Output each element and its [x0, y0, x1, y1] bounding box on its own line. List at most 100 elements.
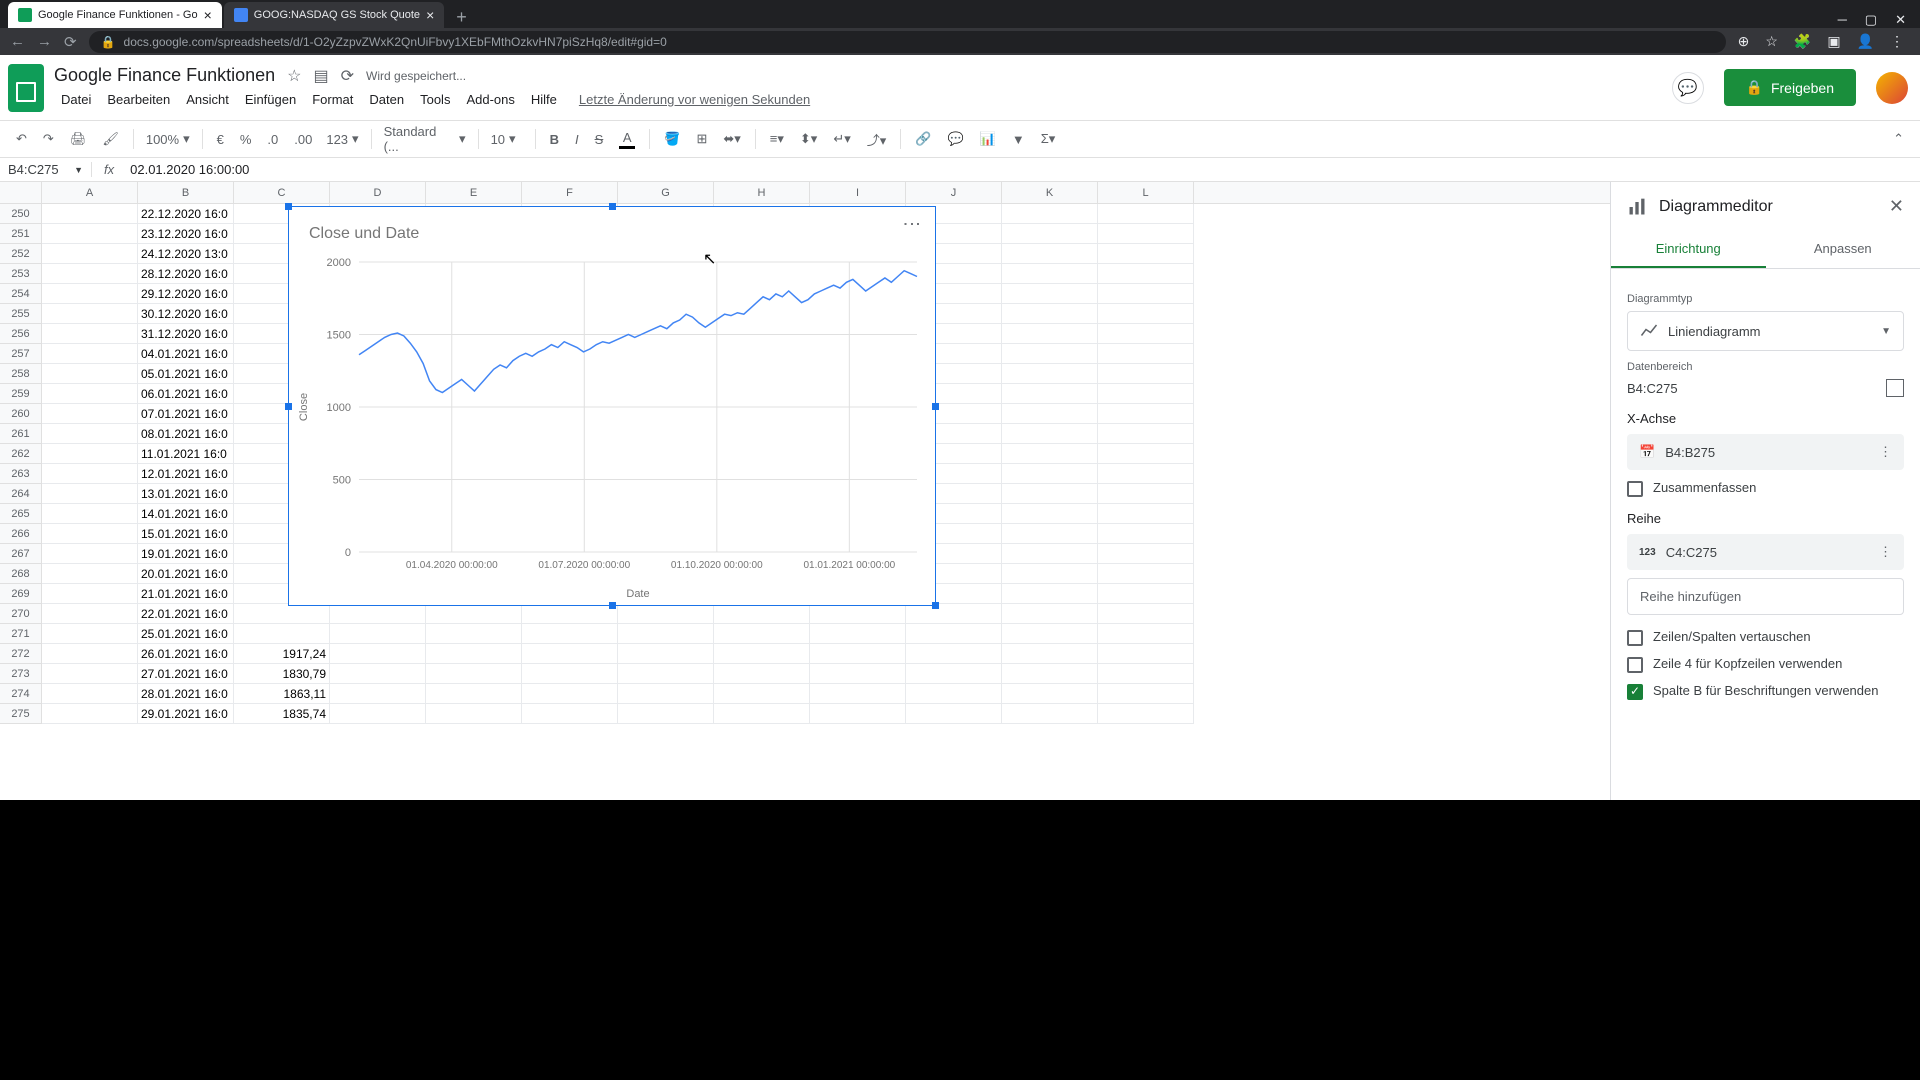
row-header[interactable]: 270: [0, 604, 42, 624]
col-header[interactable]: C: [234, 182, 330, 203]
col-header[interactable]: H: [714, 182, 810, 203]
cell[interactable]: [42, 324, 138, 344]
cell[interactable]: [42, 684, 138, 704]
cell[interactable]: [1098, 424, 1194, 444]
cell[interactable]: [1002, 504, 1098, 524]
close-icon[interactable]: ×: [426, 7, 434, 23]
cell[interactable]: [714, 604, 810, 624]
cell[interactable]: [906, 644, 1002, 664]
row-header[interactable]: 275: [0, 704, 42, 724]
row-header[interactable]: 252: [0, 244, 42, 264]
reload-icon[interactable]: ⟳: [64, 33, 77, 51]
cell[interactable]: [42, 504, 138, 524]
increase-decimal-icon[interactable]: .00: [288, 128, 318, 151]
cell[interactable]: 12.01.2021 16:0: [138, 464, 234, 484]
font-select[interactable]: Standard (... ▾: [380, 124, 470, 154]
cell[interactable]: [1098, 224, 1194, 244]
chart-type-select[interactable]: Liniendiagramm ▼: [1627, 311, 1904, 351]
cell[interactable]: [42, 444, 138, 464]
cell[interactable]: [906, 604, 1002, 624]
cell[interactable]: [1002, 604, 1098, 624]
cell[interactable]: [618, 644, 714, 664]
cell[interactable]: [330, 604, 426, 624]
decrease-decimal-icon[interactable]: .0: [261, 128, 284, 151]
cell[interactable]: [1098, 504, 1194, 524]
row-header[interactable]: 271: [0, 624, 42, 644]
row-header[interactable]: 266: [0, 524, 42, 544]
cell[interactable]: [42, 304, 138, 324]
cell[interactable]: 19.01.2021 16:0: [138, 544, 234, 564]
cell[interactable]: [618, 664, 714, 684]
cell[interactable]: [42, 664, 138, 684]
italic-icon[interactable]: I: [569, 128, 585, 151]
aggregate-checkbox[interactable]: Zusammenfassen: [1627, 480, 1904, 497]
account-avatar[interactable]: [1876, 72, 1908, 104]
cell[interactable]: [1098, 264, 1194, 284]
menu-icon[interactable]: ⋮: [1890, 33, 1904, 50]
cell[interactable]: [42, 524, 138, 544]
last-edit-link[interactable]: Letzte Änderung vor wenigen Sekunden: [572, 89, 817, 110]
data-range-value[interactable]: B4:C275: [1627, 381, 1876, 396]
col-header[interactable]: L: [1098, 182, 1194, 203]
zoom-select[interactable]: 100% ▾: [142, 131, 194, 147]
menu-datei[interactable]: Datei: [54, 89, 98, 110]
tab-setup[interactable]: Einrichtung: [1611, 231, 1766, 268]
menu-einfuegen[interactable]: Einfügen: [238, 89, 303, 110]
wrap-icon[interactable]: ↵▾: [827, 127, 856, 151]
bold-icon[interactable]: B: [544, 128, 565, 151]
row-header[interactable]: 257: [0, 344, 42, 364]
v-align-icon[interactable]: ⬍▾: [794, 127, 823, 151]
cell[interactable]: [810, 684, 906, 704]
cell[interactable]: [1098, 544, 1194, 564]
row-header[interactable]: 260: [0, 404, 42, 424]
cell[interactable]: [522, 704, 618, 724]
cell[interactable]: [1002, 284, 1098, 304]
col-header[interactable]: I: [810, 182, 906, 203]
col-header[interactable]: D: [330, 182, 426, 203]
cell[interactable]: [522, 684, 618, 704]
cell[interactable]: 20.01.2021 16:0: [138, 564, 234, 584]
row-header[interactable]: 258: [0, 364, 42, 384]
cell[interactable]: [1098, 564, 1194, 584]
strikethrough-icon[interactable]: S: [589, 128, 610, 151]
cell[interactable]: [330, 644, 426, 664]
document-title[interactable]: Google Finance Funktionen: [54, 65, 275, 86]
formula-input[interactable]: 02.01.2020 16:00:00: [126, 162, 1920, 177]
cell[interactable]: [42, 644, 138, 664]
row-header[interactable]: 259: [0, 384, 42, 404]
cell[interactable]: [1098, 604, 1194, 624]
cell[interactable]: 27.01.2021 16:0: [138, 664, 234, 684]
h-align-icon[interactable]: ≡▾: [764, 127, 790, 151]
cast-icon[interactable]: ▣: [1827, 33, 1840, 50]
cell[interactable]: [42, 624, 138, 644]
minimize-icon[interactable]: ─: [1838, 12, 1847, 28]
row-header[interactable]: 274: [0, 684, 42, 704]
cell[interactable]: [1098, 644, 1194, 664]
menu-bearbeiten[interactable]: Bearbeiten: [100, 89, 177, 110]
cell[interactable]: [810, 664, 906, 684]
cell[interactable]: [42, 404, 138, 424]
back-icon[interactable]: ←: [10, 33, 25, 50]
cell[interactable]: [1002, 324, 1098, 344]
tab-customize[interactable]: Anpassen: [1766, 231, 1920, 268]
redo-icon[interactable]: ↷: [37, 127, 60, 151]
cell[interactable]: [618, 604, 714, 624]
row-header[interactable]: 272: [0, 644, 42, 664]
new-tab-button[interactable]: +: [446, 7, 477, 28]
cell[interactable]: [42, 464, 138, 484]
use-colb-checkbox[interactable]: Spalte B für Beschriftungen verwenden: [1627, 683, 1904, 700]
cell[interactable]: [1098, 364, 1194, 384]
cell[interactable]: [1098, 324, 1194, 344]
cell[interactable]: [1002, 404, 1098, 424]
cell[interactable]: [426, 684, 522, 704]
cell[interactable]: [1002, 424, 1098, 444]
cell[interactable]: [1098, 444, 1194, 464]
cell[interactable]: [1098, 304, 1194, 324]
cell[interactable]: [522, 644, 618, 664]
cell[interactable]: [42, 224, 138, 244]
close-icon[interactable]: ✕: [1895, 12, 1906, 28]
cell[interactable]: [1002, 444, 1098, 464]
cell[interactable]: [42, 204, 138, 224]
cell[interactable]: [522, 664, 618, 684]
cell[interactable]: 22.01.2021 16:0: [138, 604, 234, 624]
